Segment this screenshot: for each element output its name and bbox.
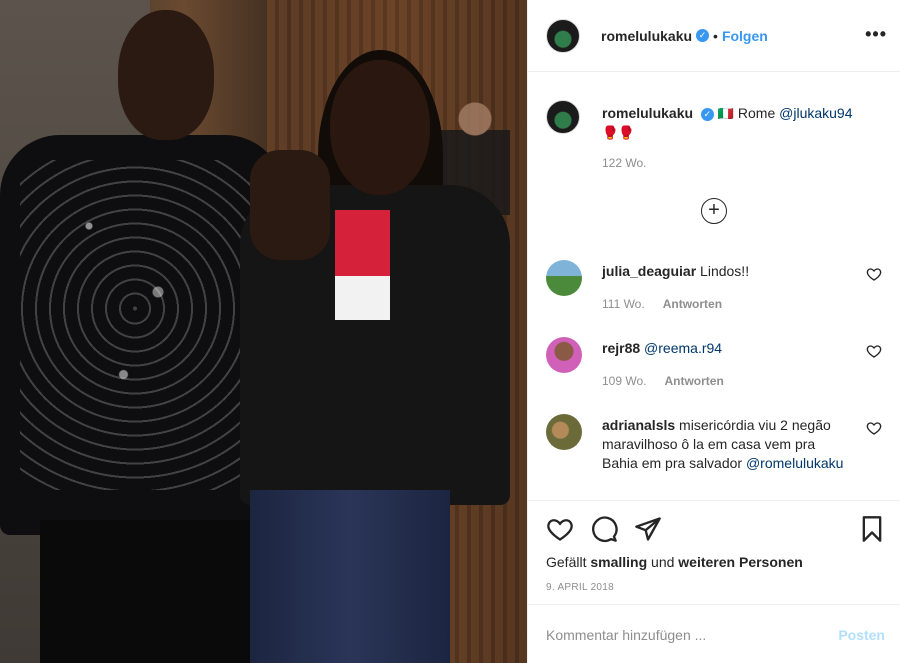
reply-button[interactable]: Antworten bbox=[664, 374, 723, 388]
verified-icon: ✓ bbox=[696, 29, 710, 42]
comment-meta: 109 Wo. Antworten bbox=[602, 374, 724, 388]
comment-username[interactable]: rejr88 bbox=[602, 340, 640, 356]
add-comment-bar: Kommentar hinzufügen ... Posten bbox=[528, 604, 900, 663]
like-comment-heart-icon[interactable] bbox=[866, 343, 882, 359]
commenter-avatar[interactable] bbox=[546, 337, 582, 373]
comment-icon[interactable] bbox=[590, 515, 618, 543]
comment-input[interactable]: Kommentar hinzufügen ... bbox=[546, 627, 706, 643]
post-header: romelulukaku ✓ • Folgen ••• bbox=[528, 0, 900, 72]
caption-mention[interactable]: @jlukaku94 bbox=[779, 105, 852, 121]
comment-text: adrianalsls misericórdia viu 2 negão mar… bbox=[602, 416, 847, 473]
comment-text: julia_deaguiar Lindos!! bbox=[602, 262, 847, 281]
likes-summary: Gefällt smalling und weiteren Personen bbox=[546, 554, 803, 570]
like-comment-heart-icon[interactable] bbox=[866, 420, 882, 436]
post-comment-button[interactable]: Posten bbox=[838, 627, 885, 643]
caption-username[interactable]: romelulukaku bbox=[602, 105, 693, 121]
post-photo[interactable] bbox=[0, 0, 527, 663]
caption-time[interactable]: 122 Wo. bbox=[602, 156, 646, 170]
caption-text: romelulukaku ✓ 🇮🇹 Rome @jlukaku94 🥊🥊 bbox=[602, 104, 887, 142]
likes-middle: und bbox=[651, 554, 675, 570]
post-date[interactable]: 9. APRIL 2018 bbox=[546, 582, 614, 593]
comment-body: Lindos!! bbox=[700, 263, 750, 279]
author-avatar[interactable] bbox=[546, 18, 580, 53]
likes-prefix: Gefällt bbox=[546, 554, 587, 570]
comment-meta: 111 Wo. Antworten bbox=[602, 297, 722, 311]
author-username[interactable]: romelulukaku bbox=[601, 28, 692, 44]
reply-button[interactable]: Antworten bbox=[663, 297, 722, 311]
bookmark-icon[interactable] bbox=[858, 515, 886, 543]
load-more-comments-button[interactable]: + bbox=[701, 198, 727, 224]
photo-person-left-legs bbox=[40, 520, 250, 663]
comment-username[interactable]: julia_deaguiar bbox=[602, 263, 696, 279]
photo-person-left-head bbox=[118, 10, 214, 140]
caption-body: Rome bbox=[737, 105, 776, 121]
caption-avatar[interactable] bbox=[546, 100, 580, 134]
likes-others[interactable]: weiteren Personen bbox=[678, 554, 803, 570]
commenter-avatar[interactable] bbox=[546, 260, 582, 296]
more-options-icon[interactable]: ••• bbox=[865, 24, 887, 45]
commenter-avatar[interactable] bbox=[546, 414, 582, 450]
follow-button[interactable]: Folgen bbox=[722, 28, 768, 44]
photo-person-right-head bbox=[330, 60, 430, 195]
separator-dot: • bbox=[713, 27, 718, 44]
photo-person-right-shirt bbox=[335, 210, 390, 320]
verified-icon: ✓ bbox=[700, 107, 714, 121]
comment-mention[interactable]: @romelulukaku bbox=[746, 455, 843, 471]
comment-text: rejr88 @reema.r94 bbox=[602, 339, 847, 358]
share-icon[interactable] bbox=[634, 515, 662, 543]
comment-username[interactable]: adrianalsls bbox=[602, 417, 675, 433]
post-sidebar: romelulukaku ✓ • Folgen ••• romelulukaku… bbox=[527, 0, 900, 663]
flag-emoji: 🇮🇹 bbox=[717, 106, 734, 121]
like-comment-heart-icon[interactable] bbox=[866, 266, 882, 282]
post-actions: Gefällt smalling und weiteren Personen 9… bbox=[528, 500, 900, 603]
likes-user[interactable]: smalling bbox=[590, 554, 647, 570]
comment-time[interactable]: 109 Wo. bbox=[602, 374, 646, 388]
comment-time[interactable]: 111 Wo. bbox=[602, 297, 645, 311]
photo-person-right-jeans bbox=[250, 490, 450, 663]
heart-icon[interactable] bbox=[546, 515, 574, 543]
caption-emojis: 🥊🥊 bbox=[602, 125, 635, 140]
comment-mention[interactable]: @reema.r94 bbox=[644, 340, 722, 356]
photo-arm bbox=[250, 150, 330, 260]
